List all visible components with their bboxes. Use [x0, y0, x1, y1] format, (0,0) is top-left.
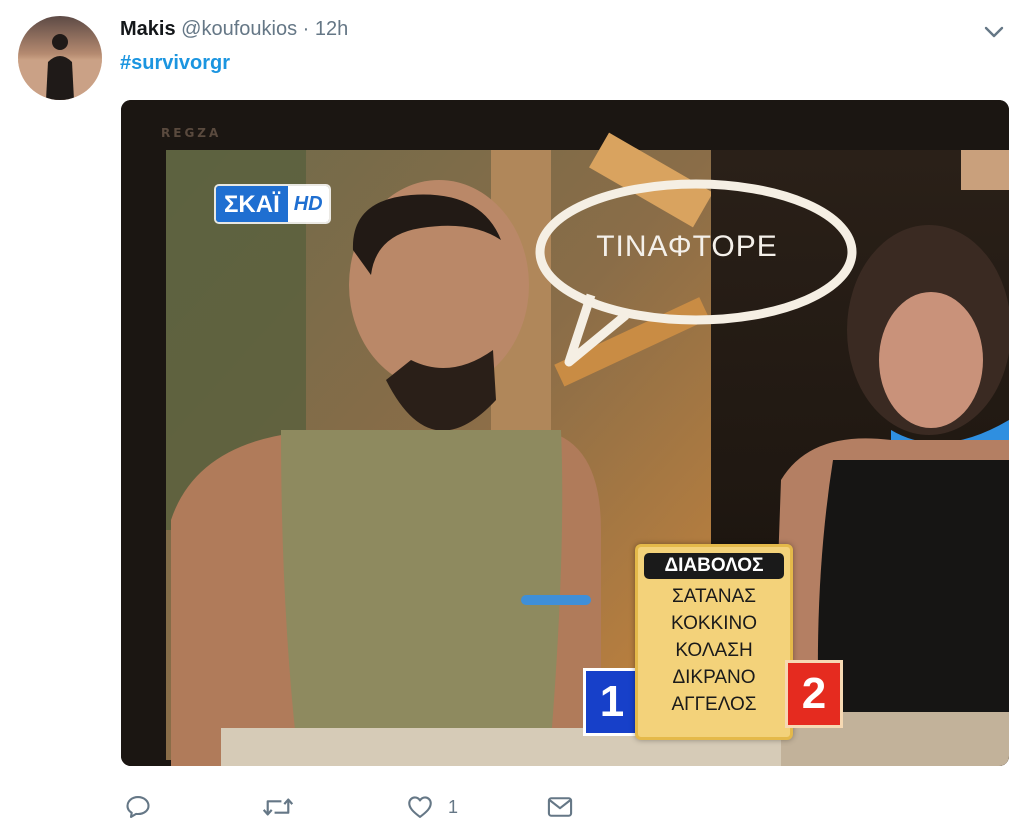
retweet-icon — [262, 798, 294, 816]
tweet-media-photo[interactable]: REGZA ΣΚΑΪ HD ΤΙΝΑΦΤΟΡΕ 1 ΔΙΑΒΟΛΟΣ ΣΑΤΑΝ… — [121, 100, 1009, 766]
author-name[interactable]: Makis — [120, 18, 176, 40]
speech-bubble-text: ΤΙΝΑΦΤΟΡΕ — [596, 230, 778, 263]
word-card-item: ΣΑΤΑΝΑΣ — [671, 586, 756, 607]
tweet-header: Makis @koufoukios · 12h — [120, 16, 348, 42]
taboo-word-card: ΔΙΑΒΟΛΟΣ ΣΑΤΑΝΑΣ ΚΟΚΚΙΝΟ ΚΟΛΑΣΗ ΔΙΚΡΑΝΟ … — [635, 544, 793, 740]
channel-logo-text: ΣΚΑΪ — [216, 186, 288, 222]
author-handle[interactable]: @koufoukios — [181, 18, 297, 40]
author-avatar[interactable] — [18, 16, 102, 100]
header-separator: · — [302, 18, 310, 40]
word-card-item: ΔΙΚΡΑΝΟ — [672, 667, 756, 688]
channel-hd-badge: HD — [287, 186, 329, 222]
reply-icon — [126, 796, 150, 818]
word-card-item: ΑΓΓΕΛΟΣ — [671, 694, 757, 715]
team-1-badge: 1 — [583, 668, 641, 736]
team-2-badge: 2 — [785, 660, 843, 728]
word-card-title: ΔΙΑΒΟΛΟΣ — [644, 553, 784, 579]
chevron-down-icon — [984, 26, 1004, 38]
hashtag-link[interactable]: #survivorgr — [120, 52, 230, 75]
tv-brand-label: REGZA — [161, 126, 222, 140]
like-count: 1 — [448, 796, 459, 817]
word-card-item: ΚΟΚΚΙΝΟ — [671, 613, 757, 634]
retweet-button[interactable] — [262, 790, 294, 824]
tweet-time[interactable]: 12h — [315, 18, 348, 40]
direct-message-button[interactable] — [546, 790, 574, 824]
word-card-item: ΚΟΛΑΣΗ — [675, 640, 753, 661]
reply-button[interactable] — [124, 790, 152, 824]
like-button[interactable]: 1 — [406, 790, 458, 824]
person-silhouette-icon — [18, 34, 102, 100]
channel-logo: ΣΚΑΪ HD — [216, 186, 329, 222]
more-options-button[interactable] — [982, 20, 1006, 44]
envelope-icon — [547, 797, 573, 817]
heart-icon — [408, 796, 432, 818]
